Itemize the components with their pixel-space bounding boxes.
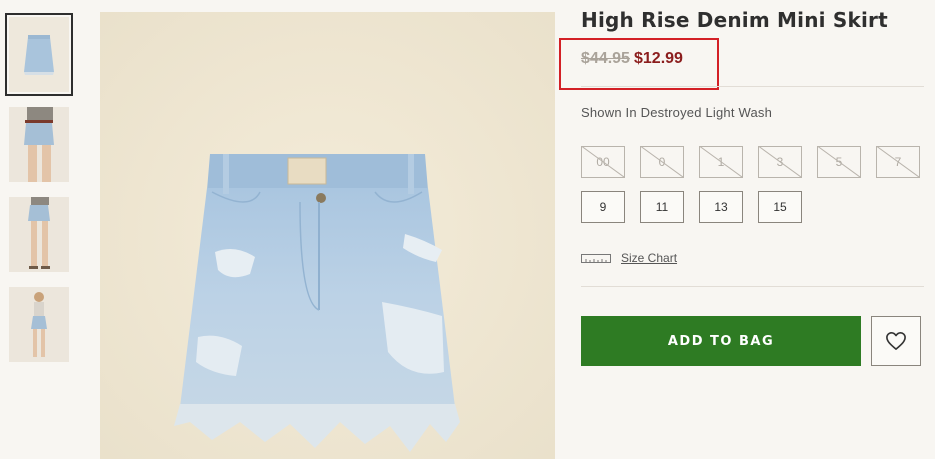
size-label: 9 xyxy=(599,200,607,214)
size-label: 0 xyxy=(658,155,666,169)
divider xyxy=(581,86,924,87)
sale-price: $12.99 xyxy=(634,50,683,67)
size-option-11[interactable]: 11 xyxy=(640,191,684,223)
thumbnail-model-back[interactable] xyxy=(9,197,69,272)
size-label: 13 xyxy=(714,200,728,214)
thumbnail-model-full[interactable] xyxy=(9,287,69,362)
thumbnail-skirt-flat[interactable] xyxy=(5,13,73,96)
divider xyxy=(581,286,924,287)
favorite-button[interactable] xyxy=(871,316,921,366)
size-option-00[interactable]: 00 xyxy=(581,146,625,178)
size-option-13[interactable]: 13 xyxy=(699,191,743,223)
thumbnail-model-front[interactable] xyxy=(9,107,69,182)
size-chart-link[interactable]: Size Chart xyxy=(621,251,677,265)
size-option-3[interactable]: 3 xyxy=(758,146,802,178)
size-option-7[interactable]: 7 xyxy=(876,146,920,178)
size-label: 1 xyxy=(717,155,725,169)
size-option-9[interactable]: 9 xyxy=(581,191,625,223)
size-option-0[interactable]: 0 xyxy=(640,146,684,178)
size-label: 7 xyxy=(894,155,902,169)
size-label: 11 xyxy=(655,200,669,214)
original-price: $44.95 xyxy=(581,50,630,67)
size-label: 5 xyxy=(835,155,843,169)
product-title: High Rise Denim Mini Skirt xyxy=(581,8,888,32)
size-label: 3 xyxy=(776,155,784,169)
model-back-thumbnail-image xyxy=(9,197,69,272)
model-full-thumbnail-image xyxy=(9,287,69,362)
add-to-bag-button[interactable]: ADD TO BAG xyxy=(581,316,861,366)
size-label: 15 xyxy=(773,200,787,214)
ruler-icon xyxy=(581,254,611,263)
size-option-5[interactable]: 5 xyxy=(817,146,861,178)
color-description: Shown In Destroyed Light Wash xyxy=(581,105,773,120)
main-product-image xyxy=(100,12,555,459)
size-option-15[interactable]: 15 xyxy=(758,191,802,223)
skirt-thumbnail-image xyxy=(9,17,69,92)
size-label: 00 xyxy=(596,155,610,169)
model-front-thumbnail-image xyxy=(9,107,69,182)
size-option-1[interactable]: 1 xyxy=(699,146,743,178)
heart-icon xyxy=(886,332,906,350)
